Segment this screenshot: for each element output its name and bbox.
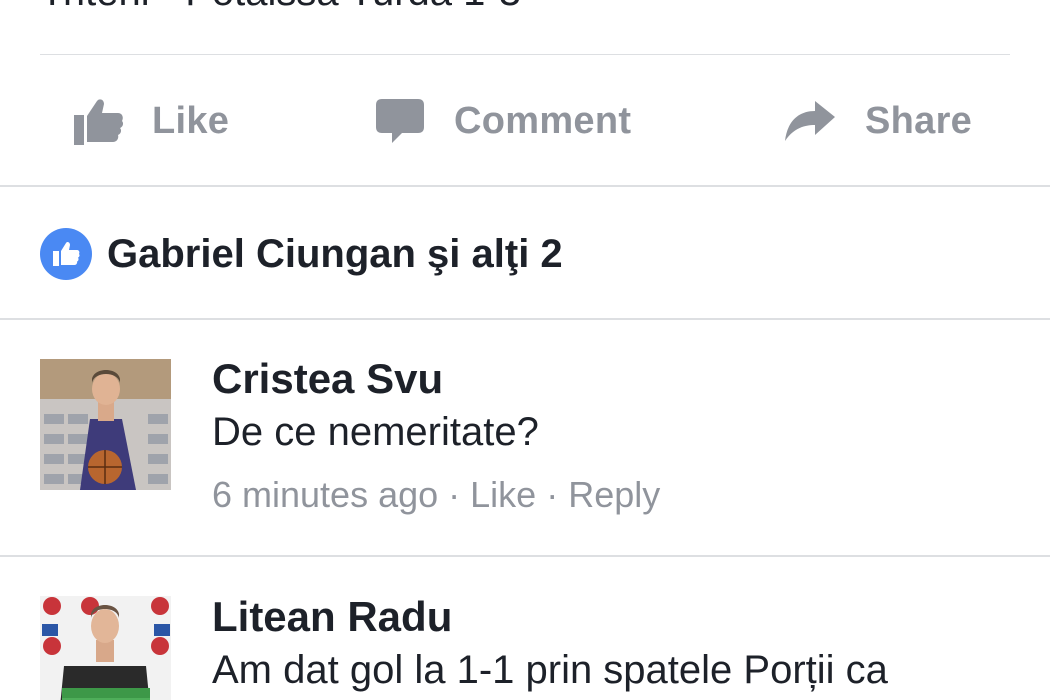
comment-text: De ce nemeritate? <box>212 410 539 454</box>
comment-author[interactable]: Cristea Svu <box>212 355 443 403</box>
share-button[interactable]: Share <box>783 56 972 186</box>
share-arrow-icon <box>783 99 837 143</box>
actions-divider <box>0 185 1050 187</box>
comment-reply-link[interactable]: Reply <box>568 474 660 515</box>
comment-label: Comment <box>454 99 632 142</box>
avatar[interactable] <box>40 596 171 700</box>
post-action-bar: Like Comment Share <box>0 56 1050 186</box>
thumbs-up-icon <box>72 95 124 147</box>
reactions-summary[interactable]: Gabriel Ciungan şi alţi 2 <box>40 226 563 282</box>
meta-separator: · <box>448 474 461 515</box>
reaction-names: Gabriel Ciungan şi alţi 2 <box>107 231 563 276</box>
facebook-post-screen: Triteni - Potaissa Turda 1-3 Like Commen… <box>0 0 1050 700</box>
avatar[interactable] <box>40 359 171 490</box>
comment-like-link[interactable]: Like <box>470 474 536 515</box>
speech-bubble-icon <box>374 97 426 145</box>
share-label: Share <box>865 99 973 142</box>
reactions-divider <box>0 318 1050 320</box>
comment-time: 6 minutes ago <box>212 474 439 515</box>
comment-text: Am dat gol la 1-1 prin spatele Porții ca <box>212 648 888 692</box>
post-divider <box>40 54 1010 55</box>
meta-separator: · <box>546 474 559 515</box>
like-button[interactable]: Like <box>72 56 229 186</box>
comment-divider <box>0 555 1050 557</box>
comment-meta: 6 minutes ago · Like · Reply <box>212 474 660 516</box>
comment-button[interactable]: Comment <box>374 56 631 186</box>
like-reaction-icon <box>40 228 92 280</box>
comment-author[interactable]: Litean Radu <box>212 593 452 641</box>
like-label: Like <box>152 99 230 142</box>
post-text: Triteni - Potaissa Turda 1-3 <box>40 0 521 14</box>
